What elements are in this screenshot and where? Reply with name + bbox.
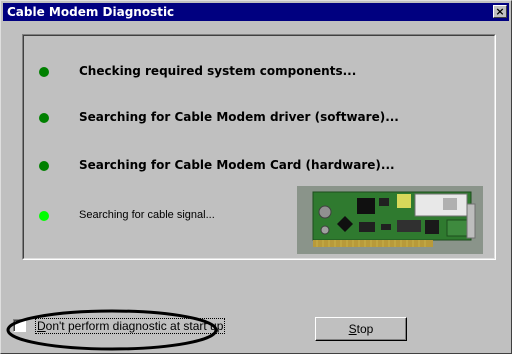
skip-diagnostic-label[interactable]: Don't perform diagnostic at start up (35, 318, 226, 334)
close-button[interactable]: × (493, 5, 507, 18)
status-dot-icon (39, 161, 49, 171)
step-label: Checking required system components... (79, 64, 357, 78)
cable-modem-card-image (297, 186, 483, 254)
window-title: Cable Modem Diagnostic (7, 5, 175, 19)
close-icon: × (495, 5, 505, 18)
skip-diagnostic-checkbox[interactable] (13, 319, 26, 332)
diagnostic-steps-panel: Checking required system components... S… (22, 34, 496, 260)
status-dot-icon (39, 113, 49, 123)
stop-button[interactable]: Stop (315, 317, 407, 341)
title-bar: Cable Modem Diagnostic × (3, 3, 509, 21)
step-label: Searching for Cable Modem driver (softwa… (79, 110, 399, 124)
step-item: Searching for Cable Modem Card (hardware… (23, 156, 463, 176)
step-item: Checking required system components... (23, 62, 463, 82)
step-label: Searching for cable signal... (79, 209, 215, 221)
stop-button-label: Stop (348, 322, 374, 336)
step-item: Searching for Cable Modem driver (softwa… (23, 108, 463, 128)
step-label: Searching for Cable Modem Card (hardware… (79, 158, 395, 172)
cable-modem-diagnostic-window: Cable Modem Diagnostic × Checking requir… (0, 0, 512, 354)
status-dot-icon (39, 211, 49, 221)
status-dot-icon (39, 67, 49, 77)
